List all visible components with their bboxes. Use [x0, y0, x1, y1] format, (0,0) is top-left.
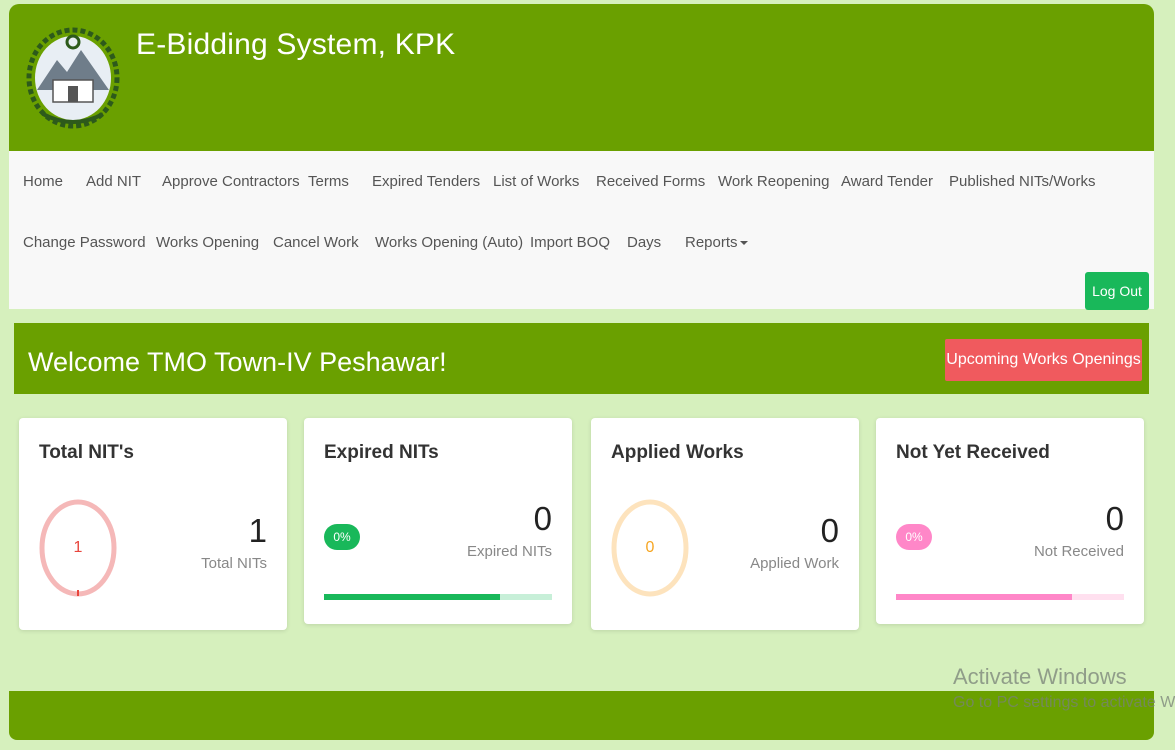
stat-value: 0: [1105, 500, 1124, 537]
progress-bar-fill: [324, 594, 500, 600]
stat-card-total-nits: Total NIT's 1 1 Total NITs: [19, 418, 287, 630]
nav-works-opening-auto[interactable]: Works Opening (Auto): [375, 234, 523, 251]
stat-card-applied-works: Applied Works 0 0 Applied Work: [591, 418, 859, 630]
nav-expired-tenders[interactable]: Expired Tenders: [372, 173, 480, 190]
stat-card-expired-nits: Expired NITs 0% 0 Expired NITs: [304, 418, 572, 624]
stat-label: Expired NITs: [466, 543, 552, 560]
nav-import-boq[interactable]: Import BOQ: [530, 234, 610, 251]
stat-label: Not Received: [1033, 543, 1124, 560]
percent-badge: 0%: [896, 524, 932, 550]
nav-cancel-work[interactable]: Cancel Work: [273, 234, 359, 251]
stat-value: 1: [248, 512, 267, 549]
app-title: E-Bidding System, KPK: [136, 28, 456, 61]
ring-value: 0: [645, 539, 655, 556]
ring-value: 1: [73, 539, 83, 556]
ring-chart: 0: [609, 496, 691, 600]
watermark-subtitle: Go to PC settings to activate Windows.: [953, 694, 1175, 711]
stat-card-not-yet-received: Not Yet Received 0% 0 Not Received: [876, 418, 1144, 624]
ring-chart: 1: [37, 496, 119, 600]
progress-bar-fill: [896, 594, 1072, 600]
stat-value: 0: [533, 500, 552, 537]
card-title: Applied Works: [611, 442, 744, 463]
card-title: Expired NITs: [324, 442, 439, 463]
logout-button[interactable]: Log Out: [1085, 272, 1149, 310]
upcoming-works-openings-button[interactable]: Upcoming Works Openings: [945, 339, 1142, 381]
progress-bar: [896, 594, 1124, 600]
nav-list-of-works[interactable]: List of Works: [493, 173, 579, 190]
nav-home[interactable]: Home: [23, 173, 63, 190]
nav-change-password[interactable]: Change Password: [23, 234, 146, 251]
header-banner: E-Bidding System, KPK: [9, 4, 1154, 151]
nav-days[interactable]: Days: [627, 234, 661, 251]
nav-works-opening[interactable]: Works Opening: [156, 234, 259, 251]
card-title: Not Yet Received: [896, 442, 1050, 463]
windows-activation-watermark: Activate Windows Go to PC settings to ac…: [953, 664, 1175, 712]
nav-reports-dropdown[interactable]: Reports: [685, 234, 748, 251]
stat-label: Total NITs: [201, 555, 267, 572]
welcome-bar: Welcome TMO Town-IV Peshawar! Upcoming W…: [14, 323, 1149, 394]
nav-terms[interactable]: Terms: [308, 173, 349, 190]
nav-published-nits-works[interactable]: Published NITs/Works: [949, 173, 1095, 190]
stat-value: 0: [820, 512, 839, 549]
nav-approve-contractors[interactable]: Approve Contractors: [162, 173, 300, 190]
welcome-message: Welcome TMO Town-IV Peshawar!: [28, 347, 447, 377]
nav-award-tender[interactable]: Award Tender: [841, 173, 933, 190]
percent-badge: 0%: [324, 524, 360, 550]
kpk-emblem-logo: [23, 20, 123, 132]
main-navbar: Home Add NIT Approve Contractors Terms E…: [9, 151, 1154, 309]
watermark-title: Activate Windows: [953, 664, 1127, 689]
stat-label: Applied Work: [750, 555, 839, 572]
card-title: Total NIT's: [39, 442, 134, 463]
nav-reports-label: Reports: [685, 234, 738, 251]
progress-bar: [324, 594, 552, 600]
nav-add-nit[interactable]: Add NIT: [86, 173, 141, 190]
nav-received-forms[interactable]: Received Forms: [596, 173, 705, 190]
nav-work-reopening[interactable]: Work Reopening: [718, 173, 829, 190]
caret-down-icon: [739, 241, 748, 246]
